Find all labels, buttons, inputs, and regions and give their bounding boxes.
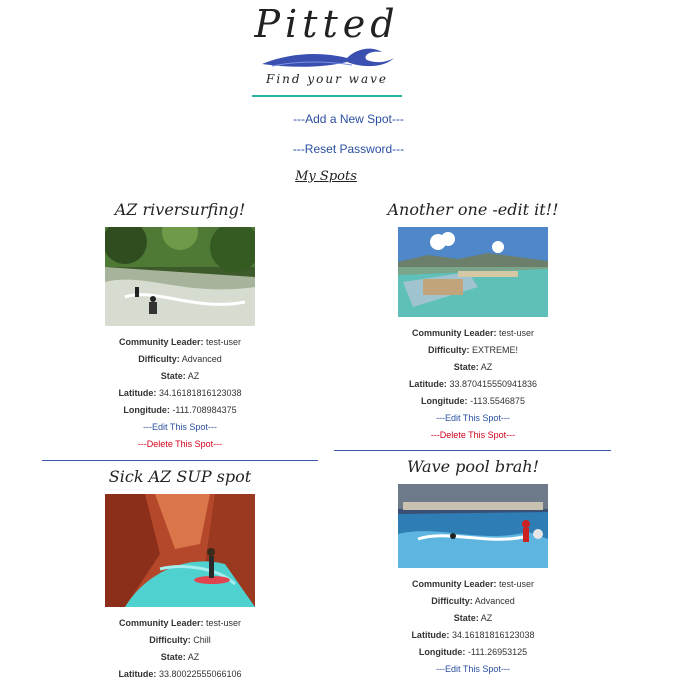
state-row: State: AZ xyxy=(160,652,200,662)
spot-divider xyxy=(334,450,611,451)
logo-underline xyxy=(252,95,402,97)
latitude-row: Latitude: 33.870415550941836 xyxy=(408,379,538,389)
latitude-row: Latitude: 33.80022555066106 xyxy=(118,669,242,679)
spot-photo[interactable] xyxy=(105,227,255,326)
spot-name: Sick AZ SUP spot xyxy=(108,467,252,486)
latitude-row: Latitude: 34.16181816123038 xyxy=(118,388,242,398)
spot-name: AZ riversurfing! xyxy=(114,200,246,219)
reset-password-link[interactable]: ---Reset Password--- xyxy=(0,142,697,156)
spot-photo[interactable] xyxy=(105,494,255,607)
my-spots-heading: My Spots xyxy=(295,169,357,184)
edit-spot-link[interactable]: ---Edit This Spot--- xyxy=(343,661,603,678)
wave-icon xyxy=(262,48,394,67)
difficulty-row: Difficulty: Chill xyxy=(149,635,211,645)
difficulty-row: Difficulty: Advanced xyxy=(138,354,222,364)
spot-card: Wave pool brah! Community Leader: test-u… xyxy=(343,457,603,678)
spot-card: Another one -edit it!! Community Leader:… xyxy=(343,200,603,444)
leader-row: Community Leader: test-user xyxy=(411,328,535,338)
logo-title: Pitted xyxy=(254,2,400,46)
logo-tagline: Find your wave xyxy=(266,72,388,86)
delete-spot-link[interactable]: ---Delete This Spot--- xyxy=(343,427,603,444)
longitude-row: Longitude: -111.708984375 xyxy=(123,405,237,415)
edit-spot-link[interactable]: ---Edit This Spot--- xyxy=(343,410,603,427)
leader-row: Community Leader: test-user xyxy=(118,337,242,347)
spot-name: Wave pool brah! xyxy=(406,457,540,476)
longitude-row: Longitude: -111.26953125 xyxy=(418,647,528,657)
state-row: State: AZ xyxy=(160,371,200,381)
difficulty-row: Difficulty: EXTREME! xyxy=(427,345,519,355)
difficulty-row: Difficulty: Advanced xyxy=(431,596,515,606)
spot-card: Sick AZ SUP spot Community Leader: test-… xyxy=(50,467,310,683)
spot-photo[interactable] xyxy=(398,227,548,317)
edit-spot-link[interactable]: ---Edit This Spot--- xyxy=(50,419,310,436)
leader-row: Community Leader: test-user xyxy=(411,579,535,589)
spot-card: AZ riversurfing! Community Leader: test-… xyxy=(50,200,310,453)
state-row: State: AZ xyxy=(453,362,493,372)
state-row: State: AZ xyxy=(453,613,493,623)
delete-spot-link[interactable]: ---Delete This Spot--- xyxy=(50,436,310,453)
add-spot-link[interactable]: ---Add a New Spot--- xyxy=(0,112,697,126)
site-logo[interactable]: Pitted Find your wave xyxy=(252,2,402,98)
leader-row: Community Leader: test-user xyxy=(118,618,242,628)
longitude-row: Longitude: -113.5546875 xyxy=(421,396,525,406)
spot-divider xyxy=(42,460,318,461)
latitude-row: Latitude: 34.16181816123038 xyxy=(411,630,535,640)
spot-name: Another one -edit it!! xyxy=(387,200,559,219)
spot-photo[interactable] xyxy=(398,484,548,568)
